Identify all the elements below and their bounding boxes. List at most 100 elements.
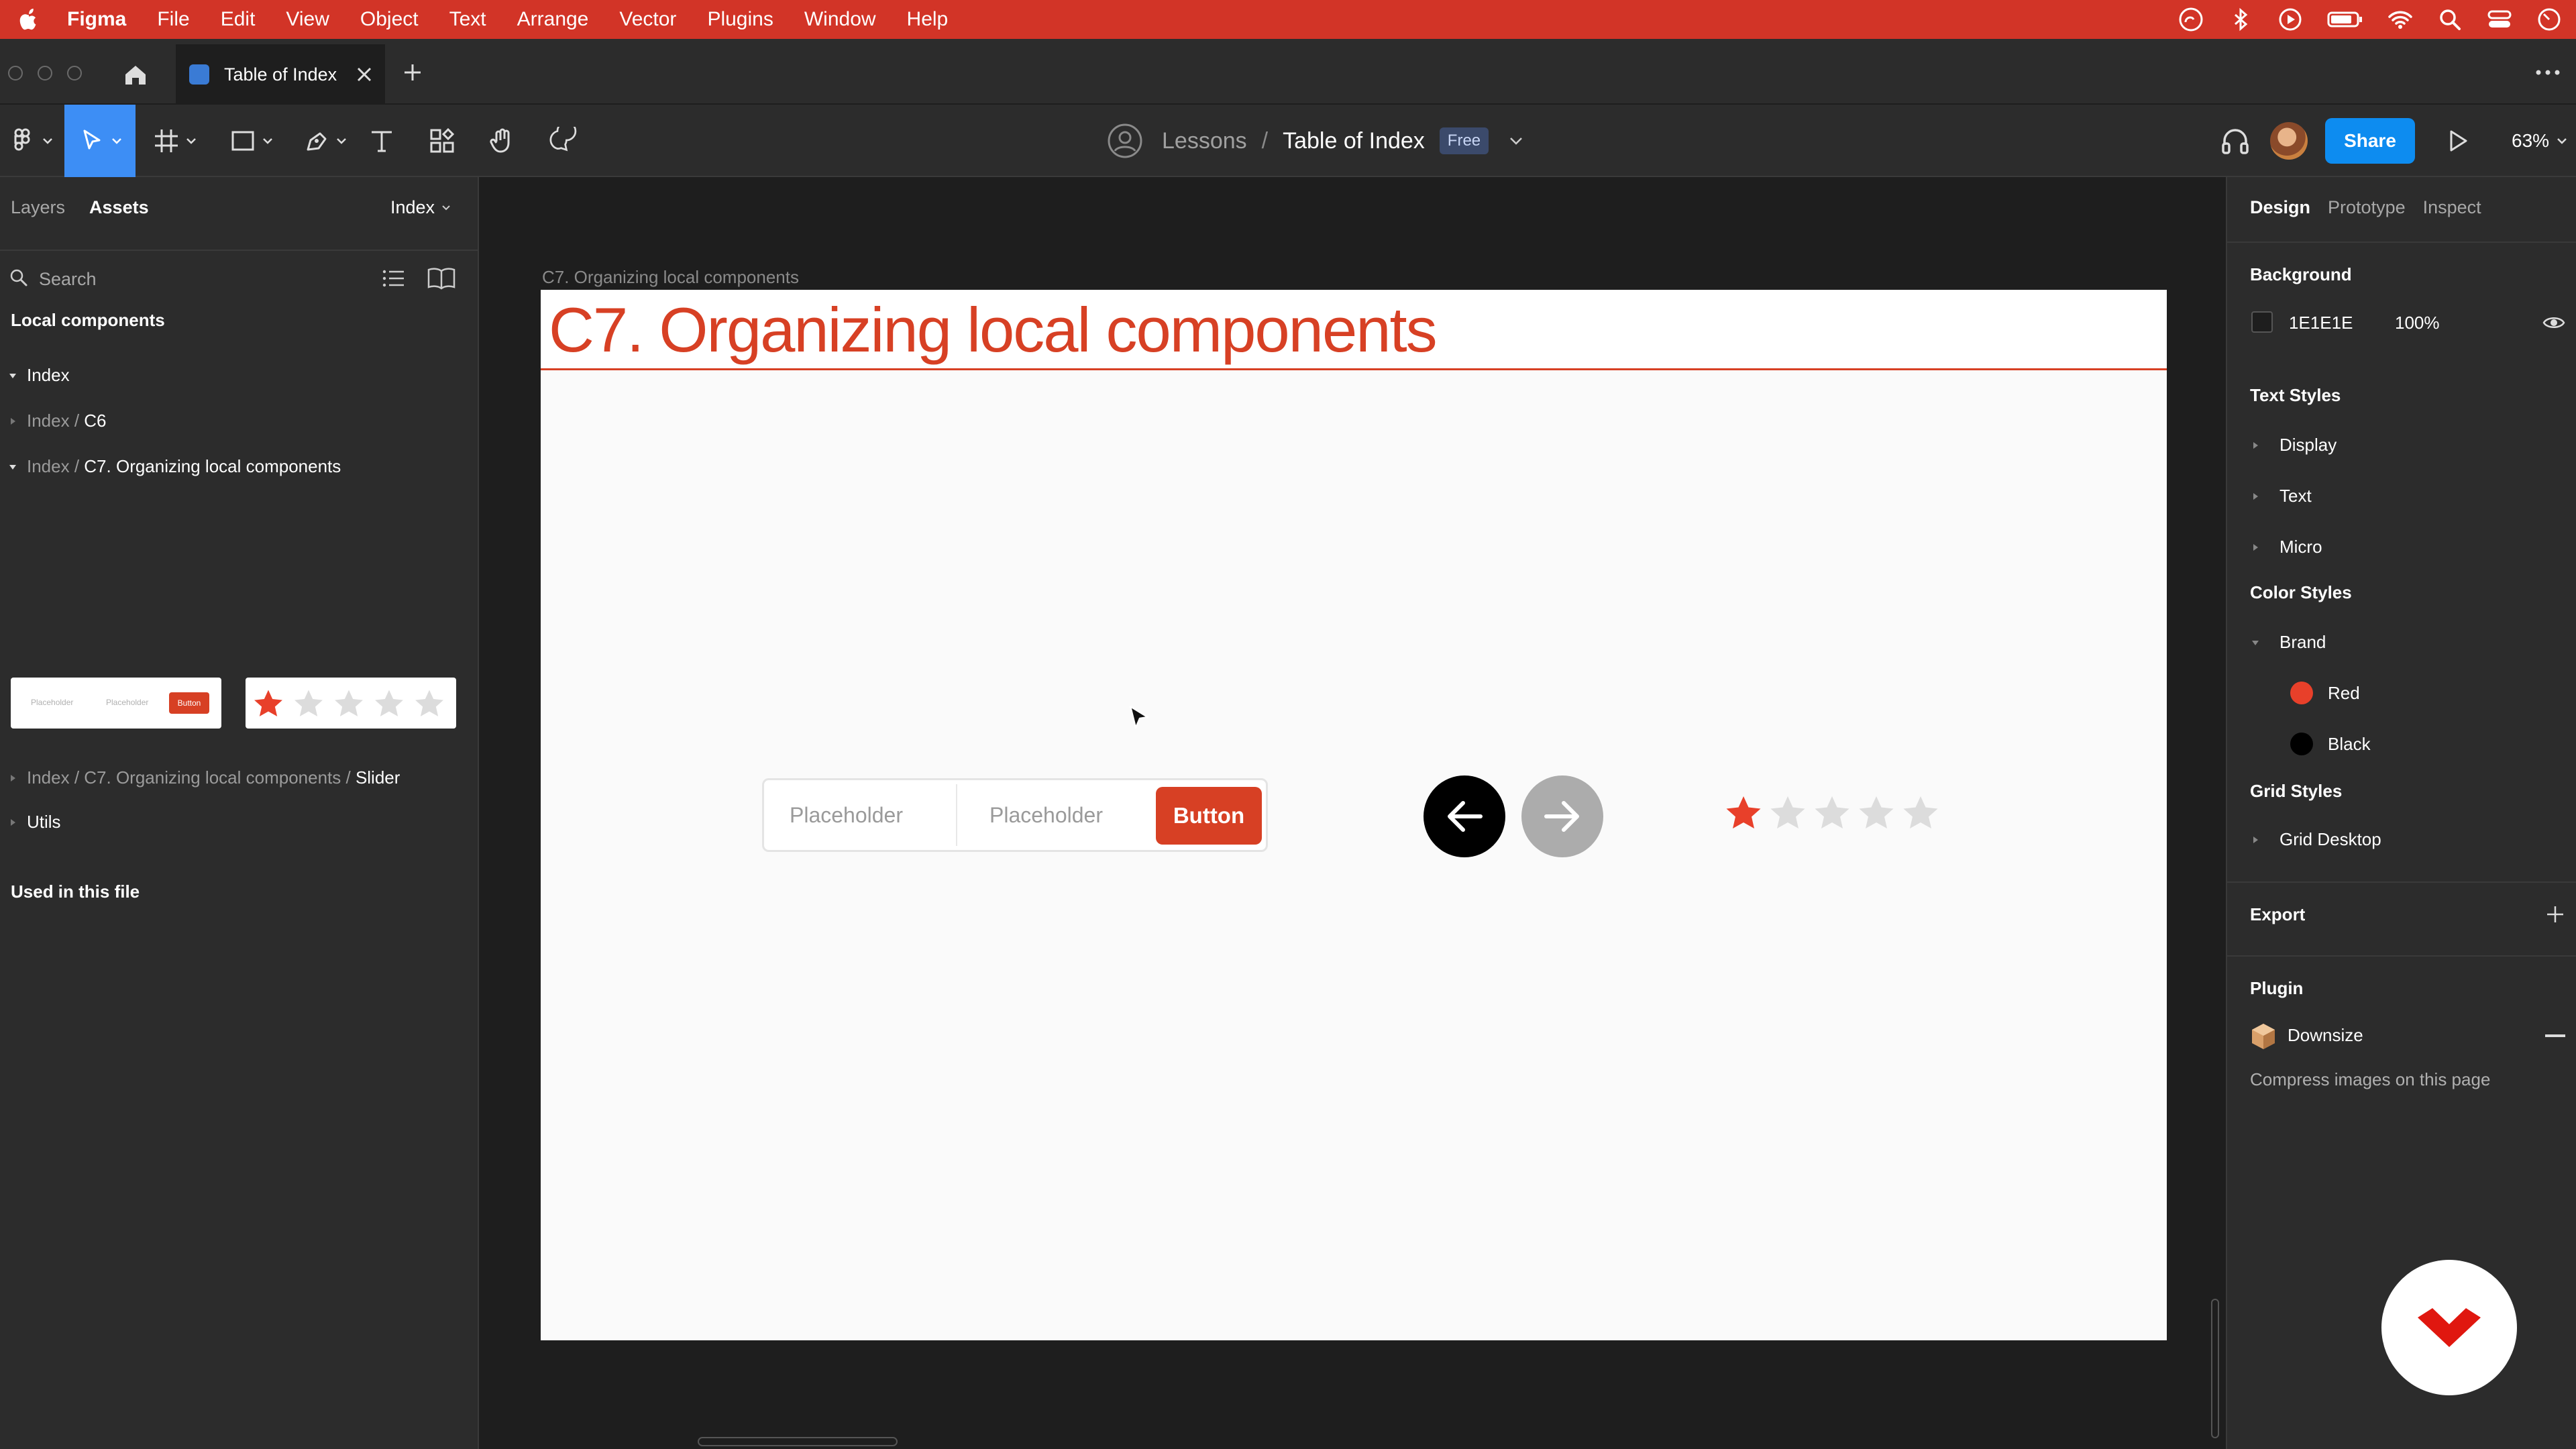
plugin-downsize[interactable]: Downsize	[2288, 1025, 2363, 1046]
timer-icon[interactable]	[2536, 6, 2563, 33]
tab-design[interactable]: Design	[2250, 197, 2310, 218]
frame-c7[interactable]: C7. Organizing local components Placehol…	[541, 290, 2167, 1340]
text-tool[interactable]	[364, 105, 400, 177]
horizontal-scrollbar[interactable]	[698, 1437, 898, 1446]
text-style-display[interactable]: Display	[2251, 435, 2337, 455]
menu-file[interactable]: File	[157, 8, 189, 31]
avatar[interactable]	[2270, 122, 2308, 160]
menu-arrange[interactable]: Arrange	[517, 8, 589, 31]
color-style-red[interactable]: Red	[2290, 682, 2360, 704]
star-filled-icon[interactable]	[1724, 794, 1763, 832]
asset-group-c7[interactable]: Index / C7. Organizing local components	[9, 456, 341, 477]
star-empty-icon[interactable]	[413, 688, 445, 719]
spotlight-search-icon[interactable]	[2436, 6, 2463, 33]
assets-search-input[interactable]	[39, 266, 334, 292]
asset-group-utils[interactable]: Utils	[11, 812, 61, 833]
team-avatar-icon[interactable]	[1107, 123, 1143, 159]
breadcrumb-project[interactable]: Lessons	[1162, 128, 1247, 154]
grid-style-desktop[interactable]: Grid Desktop	[2251, 829, 2381, 850]
used-in-file-heading[interactable]: Used in this file	[11, 881, 140, 902]
remove-plugin-minus-icon[interactable]	[2545, 1034, 2565, 1037]
main-menu-button[interactable]	[0, 105, 62, 177]
tab-layers[interactable]: Layers	[11, 197, 65, 218]
window-zoom-dot[interactable]	[67, 66, 82, 80]
home-icon[interactable]	[122, 62, 149, 89]
menu-help[interactable]: Help	[907, 8, 949, 31]
share-button[interactable]: Share	[2325, 118, 2415, 164]
tab-table-of-index[interactable]: Table of Index	[176, 44, 385, 105]
background-opacity-value[interactable]: 100%	[2395, 313, 2440, 333]
shape-tool[interactable]	[219, 105, 283, 177]
star-empty-icon[interactable]	[292, 688, 325, 719]
move-tool[interactable]	[64, 105, 136, 177]
star-empty-icon[interactable]	[1857, 794, 1896, 832]
play-circle-icon[interactable]	[2277, 6, 2304, 33]
star-empty-icon[interactable]	[373, 688, 405, 719]
menu-window[interactable]: Window	[804, 8, 876, 31]
canvas[interactable]: C7. Organizing local components C7. Orga…	[480, 177, 2226, 1449]
menu-plugins[interactable]: Plugins	[707, 8, 773, 31]
component-button[interactable]: Button	[1156, 787, 1262, 845]
color-group-brand[interactable]: Brand	[2251, 632, 2326, 653]
menu-app-figma[interactable]: Figma	[67, 8, 126, 31]
more-options-icon[interactable]	[2534, 66, 2561, 79]
menu-vector[interactable]: Vector	[619, 8, 676, 31]
component-thumbnail-input-group[interactable]: Placeholder Placeholder Button	[11, 678, 221, 729]
menu-edit[interactable]: Edit	[221, 8, 256, 31]
background-hex-value[interactable]: 1E1E1E	[2289, 313, 2353, 333]
asset-group-index[interactable]: Index	[9, 365, 70, 386]
apple-icon[interactable]	[17, 7, 40, 32]
star-empty-icon[interactable]	[1901, 794, 1940, 832]
wifi-icon[interactable]	[2387, 6, 2414, 33]
color-style-black[interactable]: Black	[2290, 733, 2371, 755]
export-heading[interactable]: Export	[2250, 904, 2305, 925]
hand-tool[interactable]	[484, 105, 521, 177]
asset-group-c6[interactable]: Index / C6	[11, 411, 107, 431]
list-view-icon[interactable]	[381, 266, 407, 291]
window-close-dot[interactable]	[8, 66, 23, 80]
star-filled-icon[interactable]	[252, 688, 284, 719]
breadcrumb-file-name[interactable]: Table of Index	[1283, 128, 1425, 154]
tab-inspect[interactable]: Inspect	[2423, 197, 2481, 218]
headphones-icon[interactable]	[2219, 125, 2251, 157]
component-thumbnail-rating[interactable]	[246, 678, 456, 729]
library-page-select[interactable]: Index	[390, 197, 451, 218]
present-play-icon[interactable]	[2445, 127, 2471, 154]
chevron-down-icon[interactable]	[1509, 136, 1523, 146]
frame-tool[interactable]	[142, 105, 207, 177]
pen-tool[interactable]	[292, 105, 357, 177]
menu-object[interactable]: Object	[360, 8, 419, 31]
slider-prev-button[interactable]	[1424, 775, 1505, 857]
window-minimize-dot[interactable]	[38, 66, 52, 80]
zoom-dropdown[interactable]: 63%	[2512, 105, 2568, 177]
background-color-swatch[interactable]	[2251, 311, 2273, 333]
text-style-text[interactable]: Text	[2251, 486, 2312, 506]
asset-group-slider[interactable]: Index / C7. Organizing local components …	[11, 767, 400, 788]
tab-assets[interactable]: Assets	[89, 197, 149, 218]
comment-tool[interactable]	[545, 105, 581, 177]
star-empty-icon[interactable]	[333, 688, 365, 719]
star-empty-icon[interactable]	[1813, 794, 1851, 832]
new-tab-plus-icon[interactable]	[402, 62, 423, 83]
placeholder-field-2[interactable]: Placeholder	[989, 780, 1103, 850]
star-empty-icon[interactable]	[1768, 794, 1807, 832]
control-center-icon[interactable]	[2486, 6, 2513, 33]
placeholder-field-1[interactable]: Placeholder	[790, 780, 903, 850]
rating-component[interactable]	[1724, 794, 1940, 832]
close-icon[interactable]	[356, 66, 373, 83]
frame-name-label[interactable]: C7. Organizing local components	[542, 267, 799, 288]
local-components-heading[interactable]: Local components	[11, 310, 165, 331]
bluetooth-icon[interactable]	[2227, 6, 2254, 33]
creative-cloud-icon[interactable]	[2178, 6, 2204, 33]
menu-text[interactable]: Text	[449, 8, 486, 31]
text-style-micro[interactable]: Micro	[2251, 537, 2322, 557]
eye-icon[interactable]	[2542, 314, 2565, 331]
menu-view[interactable]: View	[286, 8, 329, 31]
team-library-book-icon[interactable]	[427, 266, 456, 291]
battery-icon[interactable]	[2326, 6, 2364, 33]
add-export-plus-icon[interactable]	[2545, 904, 2565, 924]
frame-heading[interactable]: C7. Organizing local components	[549, 294, 1438, 366]
vertical-scrollbar[interactable]	[2211, 1299, 2219, 1438]
resources-tool[interactable]	[424, 105, 460, 177]
slider-next-button[interactable]	[1521, 775, 1603, 857]
